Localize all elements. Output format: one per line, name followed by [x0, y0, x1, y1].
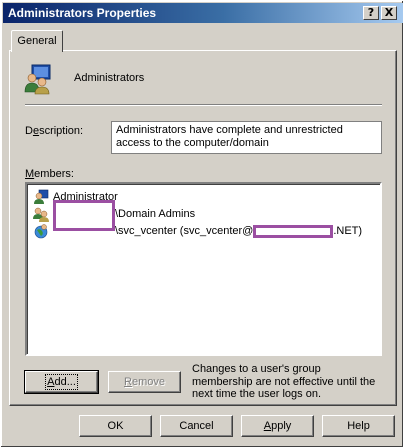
user-icon: [34, 189, 49, 204]
help-button-label: Help: [347, 420, 370, 432]
properties-dialog: Administrators Properties ? X General Ad…: [0, 0, 404, 448]
group-icon: [24, 64, 51, 95]
description-input[interactable]: Administrators have complete and unrestr…: [111, 121, 382, 154]
remove-button-label: Remove: [124, 376, 165, 388]
remove-button[interactable]: Remove: [108, 371, 181, 393]
cancel-button-label: Cancel: [179, 420, 214, 432]
cancel-button[interactable]: Cancel: [160, 415, 233, 437]
separator: [25, 104, 382, 106]
apply-button-label: Apply: [263, 420, 292, 432]
ok-button[interactable]: OK: [79, 415, 152, 437]
member-name-suffix: .NET): [333, 225, 363, 237]
tab-general-label: General: [17, 35, 57, 47]
group-name: Administrators: [74, 72, 145, 84]
title-bar[interactable]: Administrators Properties ? X: [3, 3, 403, 23]
apply-button[interactable]: Apply: [241, 415, 314, 437]
help-title-button[interactable]: ?: [363, 6, 379, 20]
ok-button-label: OK: [107, 420, 124, 432]
list-item[interactable]: \Domain Admins: [33, 199, 196, 231]
description-label: Description:: [25, 125, 84, 137]
redaction-box: [253, 224, 334, 238]
group-icon: [33, 207, 49, 222]
members-label: Members:: [25, 168, 74, 180]
help-button[interactable]: Help: [322, 415, 395, 437]
close-icon: X: [384, 6, 394, 19]
list-item[interactable]: \svc_vcenter (svc_vcenter@ .NET): [33, 223, 362, 239]
member-name: \Domain Admins: [115, 208, 196, 220]
add-button-label: Add...: [45, 374, 78, 390]
window-title: Administrators Properties: [8, 6, 157, 20]
close-button[interactable]: X: [381, 6, 397, 20]
info-text: Changes to a user's group membership are…: [192, 363, 376, 400]
member-name: \svc_vcenter (svc_vcenter@: [115, 225, 254, 237]
add-button[interactable]: Add...: [24, 370, 99, 394]
members-list[interactable]: Administrator \Domain Admins \svc_vcente…: [25, 182, 382, 356]
tab-general[interactable]: General: [11, 30, 63, 52]
question-mark-icon: ?: [367, 6, 375, 19]
user-globe-icon: [34, 224, 48, 239]
